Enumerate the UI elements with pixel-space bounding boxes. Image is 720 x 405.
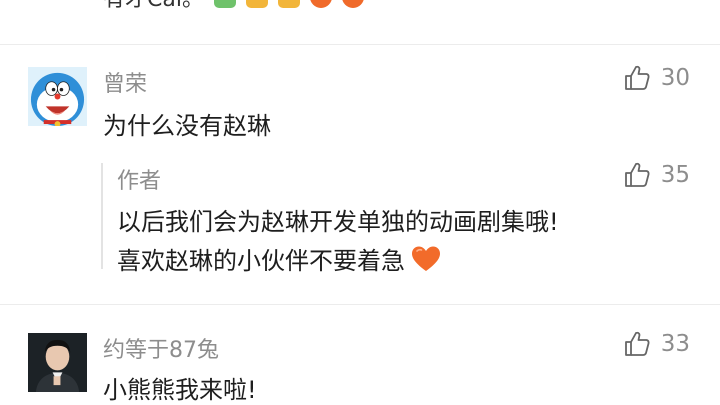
reply-author[interactable]: 作者 (117, 163, 161, 195)
heart-emoji-icon (341, 0, 364, 8)
like-button[interactable]: 30 (623, 64, 690, 92)
emoji-icon (213, 0, 236, 8)
divider (0, 304, 720, 305)
reply-text-line-2-row: 喜欢赵琳的小伙伴不要着急 (117, 241, 441, 276)
reply-text-line-2: 喜欢赵琳的小伙伴不要着急 (117, 247, 405, 275)
author-reply: 作者 以后我们会为赵琳开发单独的动画剧集哦! 喜欢赵琳的小伙伴不要着急 (101, 163, 691, 275)
orange-heart-icon (412, 246, 440, 271)
thumbs-up-emoji-icon (277, 0, 300, 8)
like-count: 33 (660, 331, 690, 357)
thumbs-up-icon (624, 331, 650, 356)
reply-indent-bar (101, 163, 103, 269)
heart-emoji-icon (309, 0, 332, 8)
like-count: 35 (660, 162, 690, 188)
thumbs-up-icon (624, 65, 650, 90)
thumbs-up-emoji-icon (245, 0, 268, 8)
reply-like-button[interactable]: 35 (623, 161, 690, 189)
like-button[interactable]: 33 (623, 330, 690, 358)
user-photo-avatar-icon (28, 333, 87, 392)
reply-text-line-1: 以后我们会为赵琳开发单独的动画剧集哦! (117, 208, 559, 236)
comment-text: 小熊熊我来啦! (103, 376, 257, 404)
thumbs-up-icon (624, 162, 650, 187)
divider (0, 44, 720, 45)
previous-comment-text: 有才Cal。 (103, 0, 204, 13)
comment-username[interactable]: 约等于87兔 (103, 332, 219, 364)
avatar[interactable] (28, 333, 87, 392)
previous-comment-fragment: 有才Cal。 (103, 0, 364, 12)
comment-username[interactable]: 曾荣 (103, 66, 147, 98)
comment-text: 为什么没有赵琳 (103, 112, 271, 140)
doraemon-avatar-icon (28, 67, 87, 126)
like-count: 30 (660, 65, 690, 91)
avatar[interactable] (28, 67, 87, 126)
